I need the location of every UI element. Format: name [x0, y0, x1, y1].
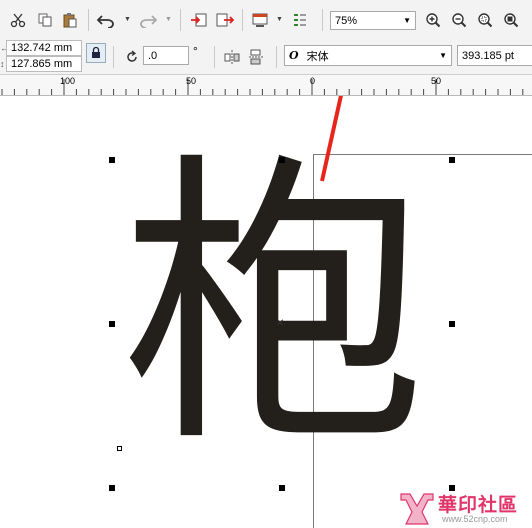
zoom-value: 75% [335, 14, 358, 27]
opentype-font-icon: O [289, 49, 299, 62]
ruler-options-icon[interactable] [290, 10, 310, 30]
separator [276, 46, 277, 68]
ruler-label-100: 100 [60, 76, 76, 86]
annotation-arrow-icon [320, 96, 343, 182]
separator [180, 9, 181, 31]
font-name-select[interactable]: O 宋体 ▼ [284, 45, 452, 66]
redo-icon[interactable] [138, 10, 158, 30]
text-node-handle[interactable] [117, 446, 122, 451]
ruler-label-0: 0 [310, 76, 316, 86]
height-arrow-icon: ↕ [0, 59, 5, 69]
copy-icon[interactable] [35, 10, 55, 30]
ruler-label-50-right: 50 [431, 76, 442, 86]
ruler-ticks [1, 79, 524, 95]
width-field[interactable]: 132.742 mm [6, 40, 82, 56]
font-size-value: 393.185 pt [462, 49, 514, 62]
undo-icon[interactable] [96, 10, 116, 30]
zoom-out-icon[interactable] [449, 10, 469, 30]
rotation-field[interactable]: .0 [143, 46, 189, 65]
center-marker-icon[interactable]: ✕ [276, 318, 284, 329]
chevron-down-icon: ▼ [403, 16, 411, 25]
selection-handle-top-center[interactable] [279, 157, 285, 163]
paste-icon[interactable] [60, 10, 80, 30]
horizontal-ruler[interactable]: 100 50 0 50 [0, 75, 532, 96]
undo-dropdown-icon[interactable]: ▼ [124, 16, 131, 23]
mirror-vertical-icon[interactable] [246, 47, 266, 67]
redo-dropdown-icon[interactable]: ▼ [165, 16, 172, 23]
zoom-select[interactable]: 75% ▼ [330, 11, 416, 30]
font-name-value: 宋体 [306, 50, 329, 63]
launcher-dropdown-icon[interactable]: ▼ [276, 16, 283, 23]
height-value: 127.865 mm [11, 58, 73, 70]
mirror-horizontal-icon[interactable] [222, 47, 242, 67]
zoom-to-all-icon[interactable] [501, 10, 521, 30]
export-icon[interactable] [215, 10, 235, 30]
import-icon[interactable] [189, 10, 209, 30]
selection-handle-bottom-left[interactable] [109, 485, 115, 491]
standard-toolbar: ▼ ▼ ▼ 75% ▼ [0, 0, 532, 41]
watermark-url: www.52cnp.com [442, 514, 508, 524]
separator [113, 46, 114, 68]
watermark-logo: 華印社區 www.52cnp.com [398, 488, 532, 528]
drawing-canvas[interactable]: 枹 ✕ 華印社區 www.52cnp.com [0, 96, 532, 528]
rotation-value: .0 [148, 49, 158, 62]
separator [242, 9, 243, 31]
font-size-select[interactable]: 393.185 pt [457, 45, 532, 66]
application-launcher-icon[interactable] [250, 10, 270, 30]
separator [214, 46, 215, 68]
property-bar: ↔ 132.742 mm ↕ 127.865 mm .0 ° O 宋体 ▼ 39… [0, 40, 532, 75]
degree-label: ° [193, 44, 198, 58]
selection-handle-top-right[interactable] [449, 157, 455, 163]
text-object[interactable]: 枹 [120, 153, 425, 458]
lock-ratio-icon[interactable] [86, 43, 106, 63]
rotate-icon [122, 47, 142, 67]
watermark-emblem-icon [398, 490, 436, 526]
zoom-to-selection-icon[interactable] [475, 10, 495, 30]
ruler-label-50-left: 50 [186, 76, 197, 86]
height-field[interactable]: 127.865 mm [6, 56, 82, 72]
selection-handle-top-left[interactable] [109, 157, 115, 163]
chevron-down-icon: ▼ [439, 51, 447, 60]
watermark-brand: 華印社區 [438, 494, 519, 516]
selection-handle-middle-left[interactable] [109, 321, 115, 327]
separator [322, 9, 323, 31]
scissors-icon[interactable] [8, 10, 28, 30]
selection-handle-bottom-center[interactable] [279, 485, 285, 491]
zoom-in-icon[interactable] [423, 10, 443, 30]
selection-handle-middle-right[interactable] [449, 321, 455, 327]
separator [88, 9, 89, 31]
width-value: 132.742 mm [11, 42, 73, 54]
